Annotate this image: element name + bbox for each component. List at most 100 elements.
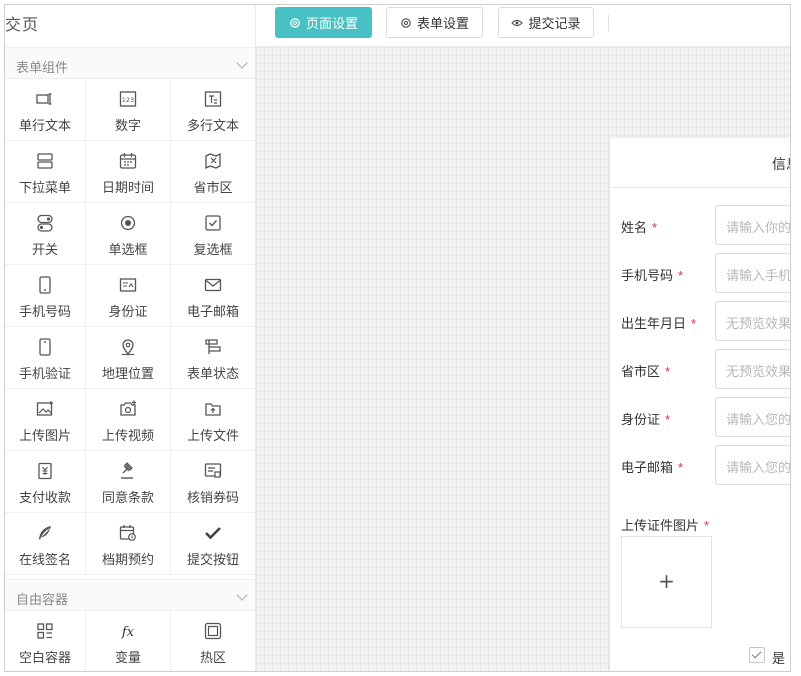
component-label: 在线签名	[18, 552, 71, 567]
settings-icon	[290, 17, 300, 28]
number-icon: 123	[119, 91, 137, 107]
svg-text:fx: fx	[121, 625, 135, 640]
component-label: 核销券码	[186, 490, 239, 505]
location-pin-icon	[122, 339, 134, 356]
checkbox-icon	[205, 215, 221, 231]
component-single-line-text[interactable]: 单行文本	[5, 79, 86, 141]
component-schedule[interactable]: 档期预约	[86, 513, 171, 575]
field-label: 电子邮箱	[621, 460, 674, 475]
image-upload-icon	[36, 401, 53, 416]
page-settings-button[interactable]: 页面设置	[275, 7, 372, 38]
component-map-region[interactable]: 省市区	[171, 141, 255, 203]
calendar-icon	[119, 153, 137, 169]
gavel-icon	[121, 462, 133, 479]
component-label: 单选框	[108, 242, 148, 257]
component-dropdown[interactable]: 下拉菜单	[5, 141, 86, 203]
form-status-icon	[205, 339, 221, 354]
submit-records-label: 提交记录	[528, 16, 581, 31]
component-phone[interactable]: 手机号码	[5, 265, 86, 327]
component-label: 下拉菜单	[18, 180, 71, 195]
id-card-input[interactable]: 请输入您的身份证	[715, 397, 790, 437]
component-number[interactable]: 123 数字	[86, 79, 171, 141]
component-image-upload[interactable]: 上传图片	[5, 389, 86, 451]
page-settings-label: 页面设置	[305, 16, 358, 31]
component-video-upload[interactable]: 上传视频	[86, 389, 171, 451]
component-checkmark[interactable]: 提交按钮	[171, 513, 255, 575]
component-label: 手机号码	[18, 304, 71, 319]
form-field-birthdate: 出生年月日 * 无预览效果	[610, 301, 790, 341]
component-phone-verify[interactable]: 手机验证	[5, 327, 86, 389]
component-label: 热区	[199, 650, 226, 665]
form-field-region: 省市区 * 无预览效果	[610, 349, 790, 389]
editor-canvas[interactable]: 信息 姓名 * 请输入你的姓名 手机号码 * 请输入手机号码 出生年月日 * 无预览效…	[256, 47, 790, 671]
component-email[interactable]: 电子邮箱	[171, 265, 255, 327]
chevron-down-icon	[236, 57, 248, 69]
component-location-pin[interactable]: 地理位置	[86, 327, 171, 389]
panel-title: 交页	[5, 17, 40, 34]
video-upload-icon	[120, 400, 136, 416]
component-feather[interactable]: 在线签名	[5, 513, 86, 575]
region-input[interactable]: 无预览效果	[715, 349, 790, 389]
component-multi-line-text[interactable]: 多行文本	[171, 79, 255, 141]
component-radio[interactable]: 单选框	[86, 203, 171, 265]
required-mark: *	[678, 268, 684, 283]
component-label: 电子邮箱	[186, 304, 239, 319]
field-label: 姓名	[621, 220, 648, 235]
checkbox-icon	[749, 647, 765, 663]
schedule-icon	[119, 525, 136, 541]
component-checkbox[interactable]: 复选框	[171, 203, 255, 265]
component-label: 变量	[114, 650, 141, 665]
section-free-containers[interactable]: 自由容器	[5, 579, 255, 611]
component-label: 日期时间	[101, 180, 154, 195]
hotspot-icon	[204, 622, 222, 640]
component-label: 开关	[31, 242, 58, 257]
app-frame: 交页 表单组件 单行文本 123 数字 多行文本下拉菜单 日期时间 省市区开关 单选框 复选框…	[4, 4, 791, 672]
email-input[interactable]: 请输入您的邮箱	[715, 445, 790, 485]
coupon-icon	[204, 463, 222, 478]
component-file-upload[interactable]: 上传文件	[171, 389, 255, 451]
toolbar-divider	[608, 15, 609, 31]
component-label: 档期预约	[101, 552, 154, 567]
component-gavel[interactable]: 同意条款	[86, 451, 171, 513]
component-label: 提交按钮	[186, 552, 239, 567]
birthdate-input[interactable]: 无预览效果	[715, 301, 790, 341]
required-mark: *	[691, 316, 697, 331]
component-switch[interactable]: 开关	[5, 203, 86, 265]
name-input[interactable]: 请输入你的姓名	[715, 205, 790, 245]
component-label: 省市区	[193, 180, 233, 195]
component-payment[interactable]: 支付收款	[5, 451, 86, 513]
top-toolbar: 页面设置 表单设置 提交记录	[256, 5, 790, 47]
section-form-components[interactable]: 表单组件	[5, 47, 255, 79]
component-label: 身份证	[108, 304, 148, 319]
chevron-down-icon	[236, 589, 248, 601]
phone-verify-icon	[39, 338, 51, 356]
section-title: 自由容器	[16, 592, 69, 607]
required-mark: *	[665, 364, 671, 379]
component-panel: 交页 表单组件 单行文本 123 数字 多行文本下拉菜单 日期时间 省市区开关 单选框 复选框…	[5, 5, 256, 671]
phone-input[interactable]: 请输入手机号码	[715, 253, 790, 293]
component-coupon[interactable]: 核销券码	[171, 451, 255, 513]
agree-checkbox[interactable]: 是	[749, 647, 790, 667]
form-preview[interactable]: 信息 姓名 * 请输入你的姓名 手机号码 * 请输入手机号码 出生年月日 * 无预览效…	[610, 138, 790, 671]
component-hotspot[interactable]: 热区	[171, 611, 255, 671]
required-mark: *	[665, 412, 671, 427]
component-fx[interactable]: fx 变量	[86, 611, 171, 671]
section-title: 表单组件	[16, 60, 69, 75]
image-upload-box[interactable]: +	[621, 536, 712, 628]
component-grid-container[interactable]: 空白容器	[5, 611, 86, 671]
component-calendar[interactable]: 日期时间	[86, 141, 171, 203]
component-id-card[interactable]: 身份证	[86, 265, 171, 327]
checkmark-icon	[205, 527, 221, 540]
submit-records-button[interactable]: 提交记录	[498, 7, 594, 38]
agree-text: 是	[772, 651, 786, 666]
form-title: 信息	[772, 156, 790, 172]
email-icon	[204, 278, 222, 292]
component-label: 数字	[114, 118, 141, 133]
fx-icon: fx	[121, 625, 135, 640]
field-label: 手机号码	[621, 268, 674, 283]
grid-container-icon	[37, 623, 53, 639]
form-settings-button[interactable]: 表单设置	[386, 7, 483, 38]
settings-icon	[401, 17, 411, 28]
component-form-status[interactable]: 表单状态	[171, 327, 255, 389]
radio-icon	[120, 215, 136, 231]
